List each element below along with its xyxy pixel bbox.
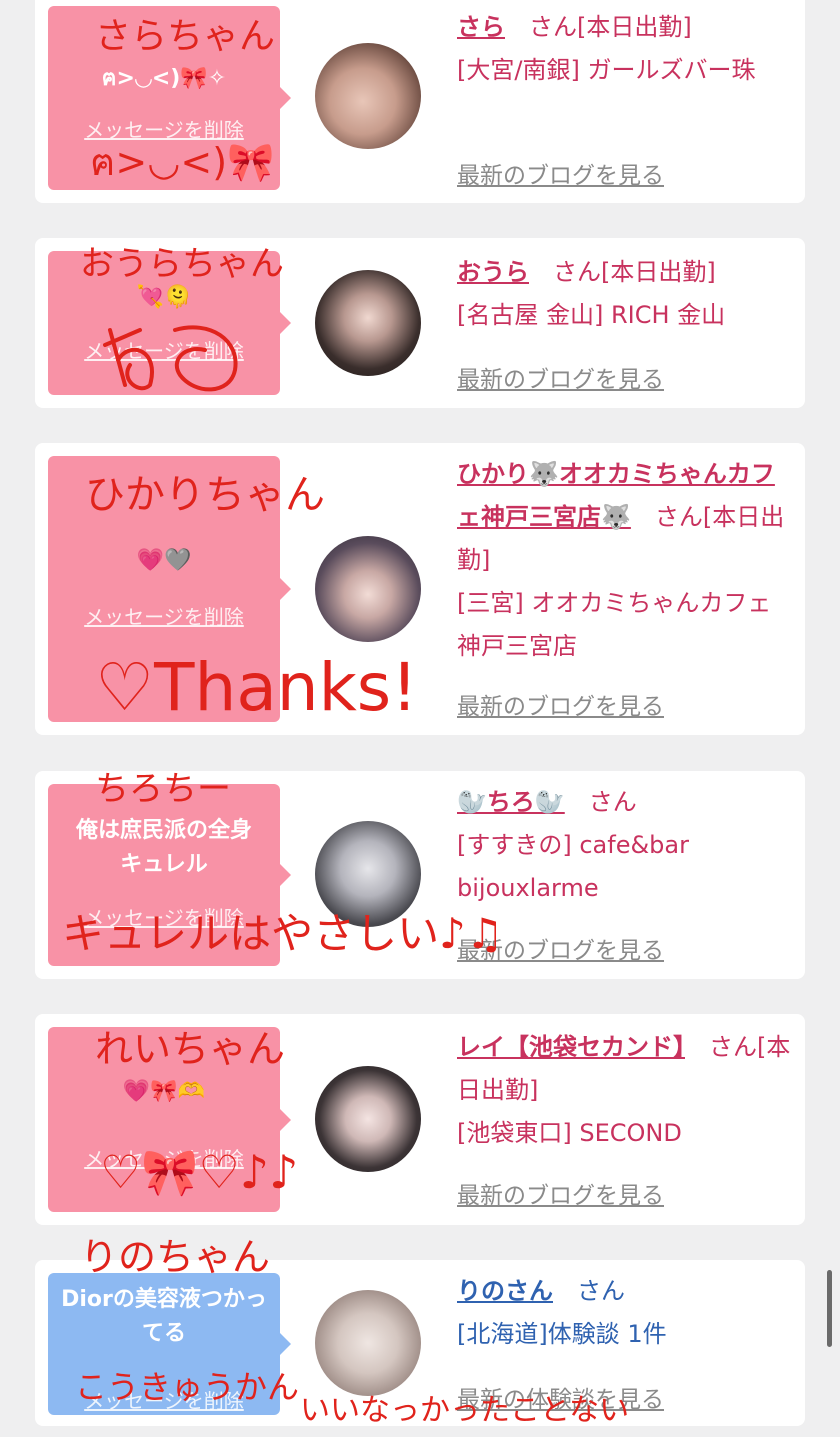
latest-blog-link[interactable]: 最新のブログを見る [457,931,664,965]
profile-name-link[interactable]: おうら [457,258,529,286]
delete-message-link[interactable]: メッセージを削除 [48,601,280,630]
latest-blog-link[interactable]: 最新のブログを見る [457,1176,664,1210]
profile-info: ひかり🐺オオカミちゃんカフェ神戸三宮店🐺 さん[本日出勤] [三宮] オオカミち… [457,453,792,668]
honorific: さん [654,503,703,531]
message-text: 💗🩶 [136,548,192,573]
message-card: 💘🫠 メッセージを削除 おうら さん[本日出勤] [名古屋 金山] RICH 金… [35,238,805,408]
area-shop-text: [名古屋 金山] RICH 金山 [457,301,726,329]
message-text: Diorの美容液つかってる [61,1287,267,1346]
honorific: さん [529,13,577,41]
delete-message-link[interactable]: メッセージを削除 [48,1385,280,1414]
delete-message-link[interactable]: メッセージを削除 [48,1143,280,1172]
delete-message-link[interactable]: メッセージを削除 [48,114,280,143]
status-text: [本日出勤] [601,258,716,286]
message-card: 💗🎀🫶 メッセージを削除 レイ【池袋セカンド】 さん[本日出勤] [池袋東口] … [35,1014,805,1225]
avatar[interactable] [315,270,421,376]
status-text: [本日出勤] [577,13,692,41]
avatar[interactable] [315,43,421,149]
message-bubble: 💗🩶 メッセージを削除 [48,456,291,722]
message-card: ฅ>◡<)🎀✧ メッセージを削除 さら さん[本日出勤] [大宮/南銀] ガール… [35,0,805,203]
latest-blog-link[interactable]: 最新のブログを見る [457,156,664,190]
message-bubble: 💘🫠 メッセージを削除 [48,251,291,395]
message-bubble: ฅ>◡<)🎀✧ メッセージを削除 [48,6,291,190]
message-text: ฅ>◡<)🎀✧ [101,66,227,91]
area-shop-text: [すすきの] cafe&bar bijouxlarme [457,831,689,902]
honorific: さん [553,258,601,286]
message-bubble: Diorの美容液つかってる メッセージを削除 [48,1273,291,1415]
message-card: 俺は庶民派の全身キュレル メッセージを削除 🦭ちろ🦭 さん [すすきの] caf… [35,771,805,979]
profile-info: レイ【池袋セカンド】 さん[本日出勤] [池袋東口] SECOND [457,1026,792,1155]
latest-blog-link[interactable]: 最新のブログを見る [457,360,664,394]
profile-info: さら さん[本日出勤] [大宮/南銀] ガールズバー珠 [457,6,792,92]
profile-name-link[interactable]: りのさん [457,1277,553,1305]
area-shop-text: [北海道]体験談 1件 [457,1320,667,1348]
profile-name-link[interactable]: さら [457,13,505,41]
message-text: 💘🫠 [136,285,192,310]
scrollbar[interactable] [827,1270,832,1347]
message-bubble: 💗🎀🫶 メッセージを削除 [48,1027,291,1212]
message-bubble: 俺は庶民派の全身キュレル メッセージを削除 [48,784,291,966]
honorific: さん [577,1277,625,1305]
profile-info: おうら さん[本日出勤] [名古屋 金山] RICH 金山 [457,251,792,337]
latest-experience-link[interactable]: 最新の体験談を見る [457,1380,664,1414]
area-shop-text: [大宮/南銀] ガールズバー珠 [457,56,756,84]
honorific: さん [709,1033,757,1061]
message-card: Diorの美容液つかってる メッセージを削除 りのさん さん [北海道]体験談 … [35,1260,805,1426]
avatar[interactable] [315,1290,421,1396]
message-text: 俺は庶民派の全身キュレル [75,818,252,877]
honorific: さん [588,788,637,816]
latest-blog-link[interactable]: 最新のブログを見る [457,687,664,721]
profile-info: 🦭ちろ🦭 さん [すすきの] cafe&bar bijouxlarme [457,781,792,910]
delete-message-link[interactable]: メッセージを削除 [48,902,280,931]
message-card: 💗🩶 メッセージを削除 ひかり🐺オオカミちゃんカフェ神戸三宮店🐺 さん[本日出勤… [35,443,805,735]
profile-name-link[interactable]: 🦭ちろ🦭 [457,788,565,816]
delete-message-link[interactable]: メッセージを削除 [48,335,280,364]
avatar[interactable] [315,1066,421,1172]
profile-name-link[interactable]: レイ【池袋セカンド】 [457,1033,685,1061]
area-shop-text: [池袋東口] SECOND [457,1119,682,1147]
avatar[interactable] [315,536,421,642]
profile-info: りのさん さん [北海道]体験談 1件 [457,1270,792,1356]
avatar[interactable] [315,821,421,927]
message-text: 💗🎀🫶 [122,1079,206,1104]
area-shop-text: [三宮] オオカミちゃんカフェ神戸三宮店 [457,589,772,660]
